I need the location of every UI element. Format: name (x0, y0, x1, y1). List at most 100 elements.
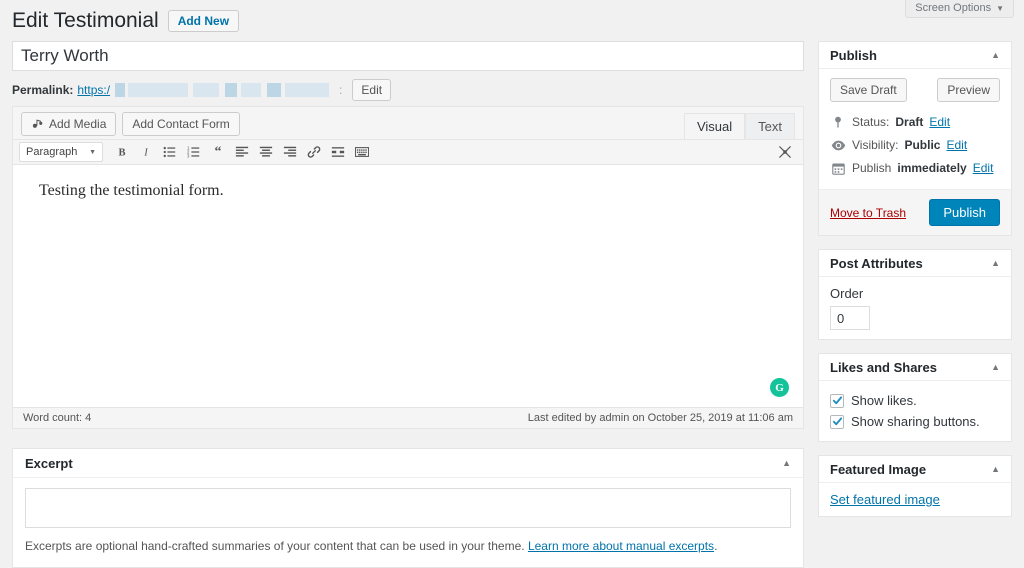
permalink-row: Permalink: https:/ : Edit (12, 78, 804, 102)
likes-and-shares-box: Likes and Shares ▲ Show likes. Show shar… (818, 353, 1012, 442)
post-body: Terry Worth Permalink: https:/ : Edit Ad… (12, 41, 804, 568)
excerpt-postbox: Excerpt ▲ Excerpts are optional hand-cra… (12, 448, 804, 568)
page-title: Edit Testimonial (12, 9, 159, 32)
visibility-label: Visibility: (852, 138, 899, 152)
editor-toolbar: Paragraph ▼ B I 1 2 3 “ (13, 139, 803, 165)
chevron-up-icon[interactable]: ▲ (782, 458, 791, 468)
blockquote-icon[interactable]: “ (207, 142, 229, 162)
permalink-label: Permalink: (12, 83, 74, 97)
post-title-input[interactable]: Terry Worth (12, 41, 804, 71)
likes-and-shares-body: Show likes. Show sharing buttons. (819, 381, 1011, 441)
show-sharing-row: Show sharing buttons. (830, 411, 1000, 432)
add-contact-form-button[interactable]: Add Contact Form (122, 112, 240, 136)
excerpt-textarea[interactable] (25, 488, 791, 528)
status-row: Status: Draft Edit (830, 111, 1000, 134)
align-center-icon[interactable] (255, 142, 277, 162)
featured-image-box: Featured Image ▲ Set featured image (818, 455, 1012, 517)
visibility-row: Visibility: Public Edit (830, 134, 1000, 157)
italic-icon[interactable]: I (135, 142, 157, 162)
add-media-button[interactable]: Add Media (21, 112, 117, 136)
numbered-list-icon[interactable]: 1 2 3 (183, 142, 205, 162)
show-sharing-buttons-label: Show sharing buttons. (851, 414, 980, 429)
add-contact-form-label: Add Contact Form (132, 117, 230, 131)
featured-image-title: Featured Image (830, 461, 927, 477)
chevron-up-icon[interactable]: ▲ (991, 50, 1000, 60)
chevron-up-icon[interactable]: ▲ (991, 258, 1000, 268)
calendar-icon (830, 162, 846, 175)
order-label: Order (830, 286, 864, 301)
move-to-trash-link[interactable]: Move to Trash (830, 206, 906, 220)
svg-text:I: I (143, 148, 148, 159)
eye-icon (830, 140, 846, 151)
publish-title: Publish (830, 47, 877, 63)
chevron-down-icon: ▼ (996, 3, 1004, 13)
likes-and-shares-header[interactable]: Likes and Shares ▲ (819, 354, 1011, 381)
edit-permalink-button[interactable]: Edit (352, 79, 392, 101)
svg-text:3: 3 (187, 153, 190, 158)
distraction-free-icon[interactable] (775, 142, 795, 162)
manual-excerpts-link[interactable]: Learn more about manual excerpts (528, 539, 714, 553)
add-media-label: Add Media (49, 117, 107, 131)
post-attributes-box: Post Attributes ▲ Order 0 (818, 249, 1012, 340)
align-right-icon[interactable] (279, 142, 301, 162)
featured-image-header[interactable]: Featured Image ▲ (819, 456, 1011, 483)
status-value: Draft (895, 115, 924, 129)
excerpt-title: Excerpt (25, 455, 73, 471)
preview-button[interactable]: Preview (937, 78, 1000, 102)
publish-button[interactable]: Publish (929, 199, 1000, 226)
media-icon (31, 118, 44, 131)
add-new-button[interactable]: Add New (167, 10, 240, 32)
toolbar-toggle-icon[interactable] (351, 142, 373, 162)
editor-content-area[interactable]: Testing the testimonial form. G (13, 165, 803, 407)
show-likes-row: Show likes. (830, 390, 1000, 411)
insert-link-icon[interactable] (303, 142, 325, 162)
paragraph-format-select[interactable]: Paragraph ▼ (19, 142, 103, 162)
chevron-up-icon[interactable]: ▲ (991, 464, 1000, 474)
svg-text:B: B (118, 148, 125, 159)
page-heading: Edit Testimonial Add New (12, 8, 240, 34)
edit-schedule-link[interactable]: Edit (973, 160, 994, 177)
screen-options-button[interactable]: Screen Options ▼ (905, 0, 1014, 18)
publish-body: Save Draft Preview Status: Draft Edit Vi… (819, 69, 1011, 189)
show-sharing-buttons-checkbox[interactable] (830, 414, 844, 429)
schedule-value: immediately (897, 161, 967, 175)
last-edited: Last edited by admin on October 25, 2019… (527, 412, 793, 424)
show-likes-label: Show likes. (851, 393, 917, 408)
likes-and-shares-title: Likes and Shares (830, 359, 937, 375)
svg-text:“: “ (215, 145, 222, 159)
publish-box: Publish ▲ Save Draft Preview Status: Dra… (818, 41, 1012, 236)
excerpt-header[interactable]: Excerpt ▲ (13, 449, 803, 478)
order-input[interactable]: 0 (830, 306, 870, 330)
tab-visual[interactable]: Visual (683, 113, 746, 140)
bold-icon[interactable]: B (111, 142, 133, 162)
align-left-icon[interactable] (231, 142, 253, 162)
set-featured-image-link[interactable]: Set featured image (830, 492, 940, 507)
tab-text[interactable]: Text (745, 113, 795, 140)
permalink-url[interactable]: https:/ (77, 83, 110, 97)
post-status-pin-icon (830, 116, 846, 129)
sidebar: Publish ▲ Save Draft Preview Status: Dra… (818, 41, 1012, 530)
save-draft-button[interactable]: Save Draft (830, 78, 907, 102)
read-more-icon[interactable] (327, 142, 349, 162)
excerpt-help-sentence: Excerpts are optional hand-crafted summa… (25, 539, 528, 553)
screen-options-label: Screen Options (915, 2, 992, 14)
editor-mode-tabs: Visual Text (683, 113, 795, 140)
bulleted-list-icon[interactable] (159, 142, 181, 162)
publish-header[interactable]: Publish ▲ (819, 42, 1011, 69)
permalink-redacted-url (115, 83, 334, 97)
chevron-down-icon: ▼ (89, 148, 96, 156)
paragraph-format-value: Paragraph (26, 146, 78, 158)
edit-visibility-link[interactable]: Edit (946, 137, 967, 154)
schedule-label: Publish (852, 161, 892, 175)
grammarly-icon[interactable]: G (770, 378, 789, 397)
publish-footer: Move to Trash Publish (819, 189, 1011, 235)
post-attributes-header[interactable]: Post Attributes ▲ (819, 250, 1011, 277)
publish-actions: Save Draft Preview (830, 78, 1000, 102)
excerpt-help-text: Excerpts are optional hand-crafted summa… (25, 537, 791, 555)
edit-status-link[interactable]: Edit (929, 114, 950, 131)
schedule-row: Publish immediately Edit (830, 157, 1000, 180)
editor-wrap: Add Media Add Contact Form Visual Text P… (12, 106, 804, 429)
post-attributes-title: Post Attributes (830, 255, 923, 271)
show-likes-checkbox[interactable] (830, 393, 844, 408)
chevron-up-icon[interactable]: ▲ (991, 362, 1000, 372)
